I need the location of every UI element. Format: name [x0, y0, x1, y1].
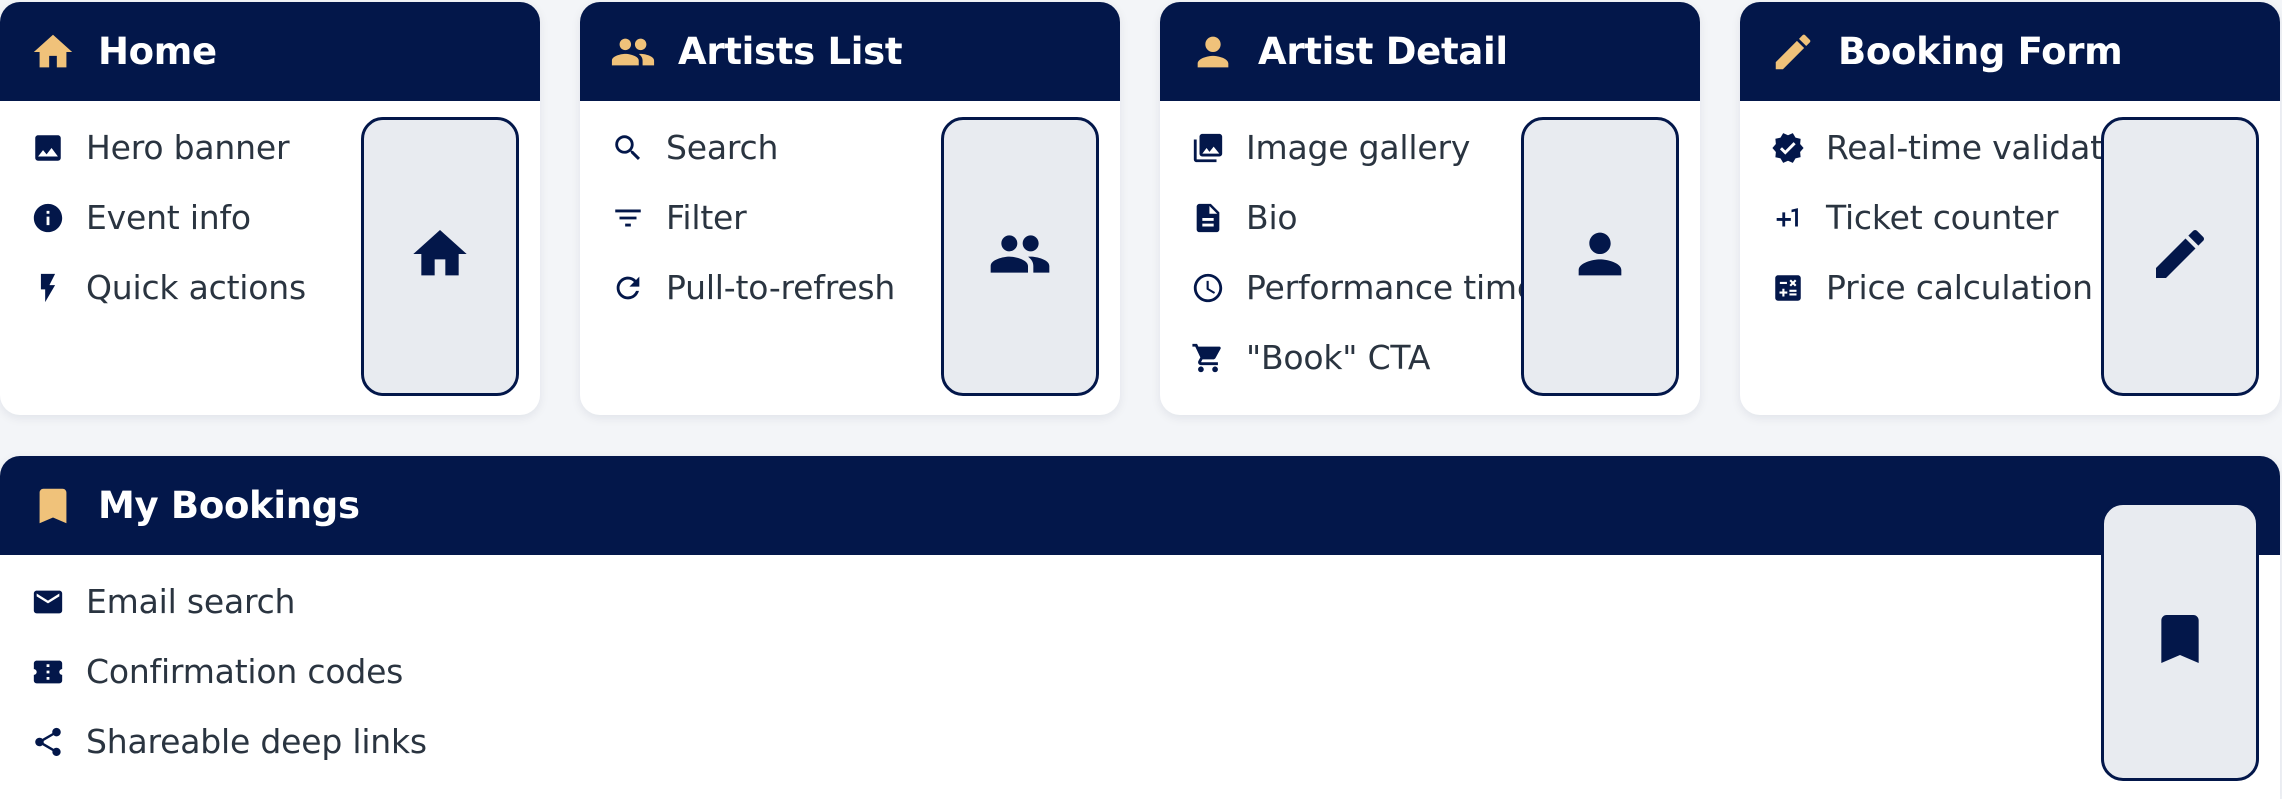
feature-label: Performance time: [1246, 268, 1537, 307]
feature-label: "Book" CTA: [1246, 338, 1431, 377]
verified-icon: [1770, 130, 1806, 166]
people-icon: [988, 222, 1052, 291]
home-icon: [408, 222, 472, 291]
feature-item: Hero banner: [30, 130, 306, 200]
card-header: Artists List: [580, 2, 1120, 101]
feature-label: Bio: [1246, 198, 1298, 237]
card-title: Home: [98, 30, 217, 73]
screen-card-booking-form: Booking Form Real-time validation Ticket…: [1740, 2, 2280, 415]
feature-label: Price calculation: [1826, 268, 2093, 307]
feature-item: Quick actions: [30, 270, 306, 340]
person-icon: [1568, 222, 1632, 291]
feature-label: Event info: [86, 198, 251, 237]
card-header: Artist Detail: [1160, 2, 1700, 101]
feature-label: Ticket counter: [1826, 198, 2059, 237]
feature-item: Price calculation: [1770, 270, 2153, 340]
card-title: My Bookings: [98, 484, 360, 527]
card-header: Home: [0, 2, 540, 101]
feature-label: Image gallery: [1246, 128, 1471, 167]
clock-icon: [1190, 270, 1226, 306]
bookmark-icon: [2148, 607, 2212, 676]
phone-mockup: [941, 117, 1099, 396]
feature-list: Search Filter Pull-to-refresh: [610, 130, 895, 340]
card-header: My Bookings: [0, 456, 2280, 555]
feature-label: Filter: [666, 198, 747, 237]
feature-item: Event info: [30, 200, 306, 270]
phone-mockup: [2101, 117, 2259, 396]
phone-mockup: [361, 117, 519, 396]
calculator-icon: [1770, 270, 1806, 306]
pencil-icon: [1770, 29, 1816, 75]
cart-icon: [1190, 340, 1226, 376]
feature-item: Performance time: [1190, 270, 1537, 340]
image-icon: [30, 130, 66, 166]
home-icon: [30, 29, 76, 75]
feature-label: Quick actions: [86, 268, 306, 307]
person-icon: [1190, 29, 1236, 75]
ticket-icon: [30, 654, 66, 690]
screen-card-my-bookings: My Bookings Email search Confirmation co…: [0, 456, 2280, 799]
bookmark-icon: [30, 483, 76, 529]
feature-list: Hero banner Event info Quick actions: [30, 130, 306, 340]
feature-item: Filter: [610, 200, 895, 270]
feature-item: Real-time validation: [1770, 130, 2153, 200]
card-title: Artist Detail: [1258, 30, 1508, 73]
feature-label: Shareable deep links: [86, 722, 427, 761]
pencil-icon: [2148, 222, 2212, 291]
feature-item: Email search: [30, 584, 427, 654]
feature-item: Search: [610, 130, 895, 200]
people-icon: [610, 29, 656, 75]
refresh-icon: [610, 270, 646, 306]
plus-one-icon: [1770, 200, 1806, 236]
search-icon: [610, 130, 646, 166]
feature-item: Shareable deep links: [30, 724, 427, 794]
feature-item: Image gallery: [1190, 130, 1537, 200]
feature-label: Pull-to-refresh: [666, 268, 896, 307]
share-icon: [30, 724, 66, 760]
card-title: Artists List: [678, 30, 903, 73]
info-icon: [30, 200, 66, 236]
gallery-icon: [1190, 130, 1226, 166]
feature-list: Email search Confirmation codes Shareabl…: [30, 584, 427, 794]
email-icon: [30, 584, 66, 620]
feature-label: Confirmation codes: [86, 652, 404, 691]
screen-card-artist-detail: Artist Detail Image gallery Bio Performa…: [1160, 2, 1700, 415]
bolt-icon: [30, 270, 66, 306]
feature-label: Hero banner: [86, 128, 290, 167]
card-header: Booking Form: [1740, 2, 2280, 101]
phone-mockup: [1521, 117, 1679, 396]
feature-item: Pull-to-refresh: [610, 270, 895, 340]
feature-label: Email search: [86, 582, 296, 621]
feature-list: Real-time validation Ticket counter Pric…: [1770, 130, 2153, 340]
feature-item: "Book" CTA: [1190, 340, 1537, 410]
phone-mockup: [2101, 502, 2259, 781]
document-icon: [1190, 200, 1226, 236]
card-title: Booking Form: [1838, 30, 2123, 73]
feature-item: Confirmation codes: [30, 654, 427, 724]
screen-card-artists-list: Artists List Search Filter Pull-to-refre…: [580, 2, 1120, 415]
feature-label: Search: [666, 128, 779, 167]
screen-card-home: Home Hero banner Event info Quick action…: [0, 2, 540, 415]
feature-item: Ticket counter: [1770, 200, 2153, 270]
filter-icon: [610, 200, 646, 236]
feature-list: Image gallery Bio Performance time "Book…: [1190, 130, 1537, 410]
feature-item: Bio: [1190, 200, 1537, 270]
